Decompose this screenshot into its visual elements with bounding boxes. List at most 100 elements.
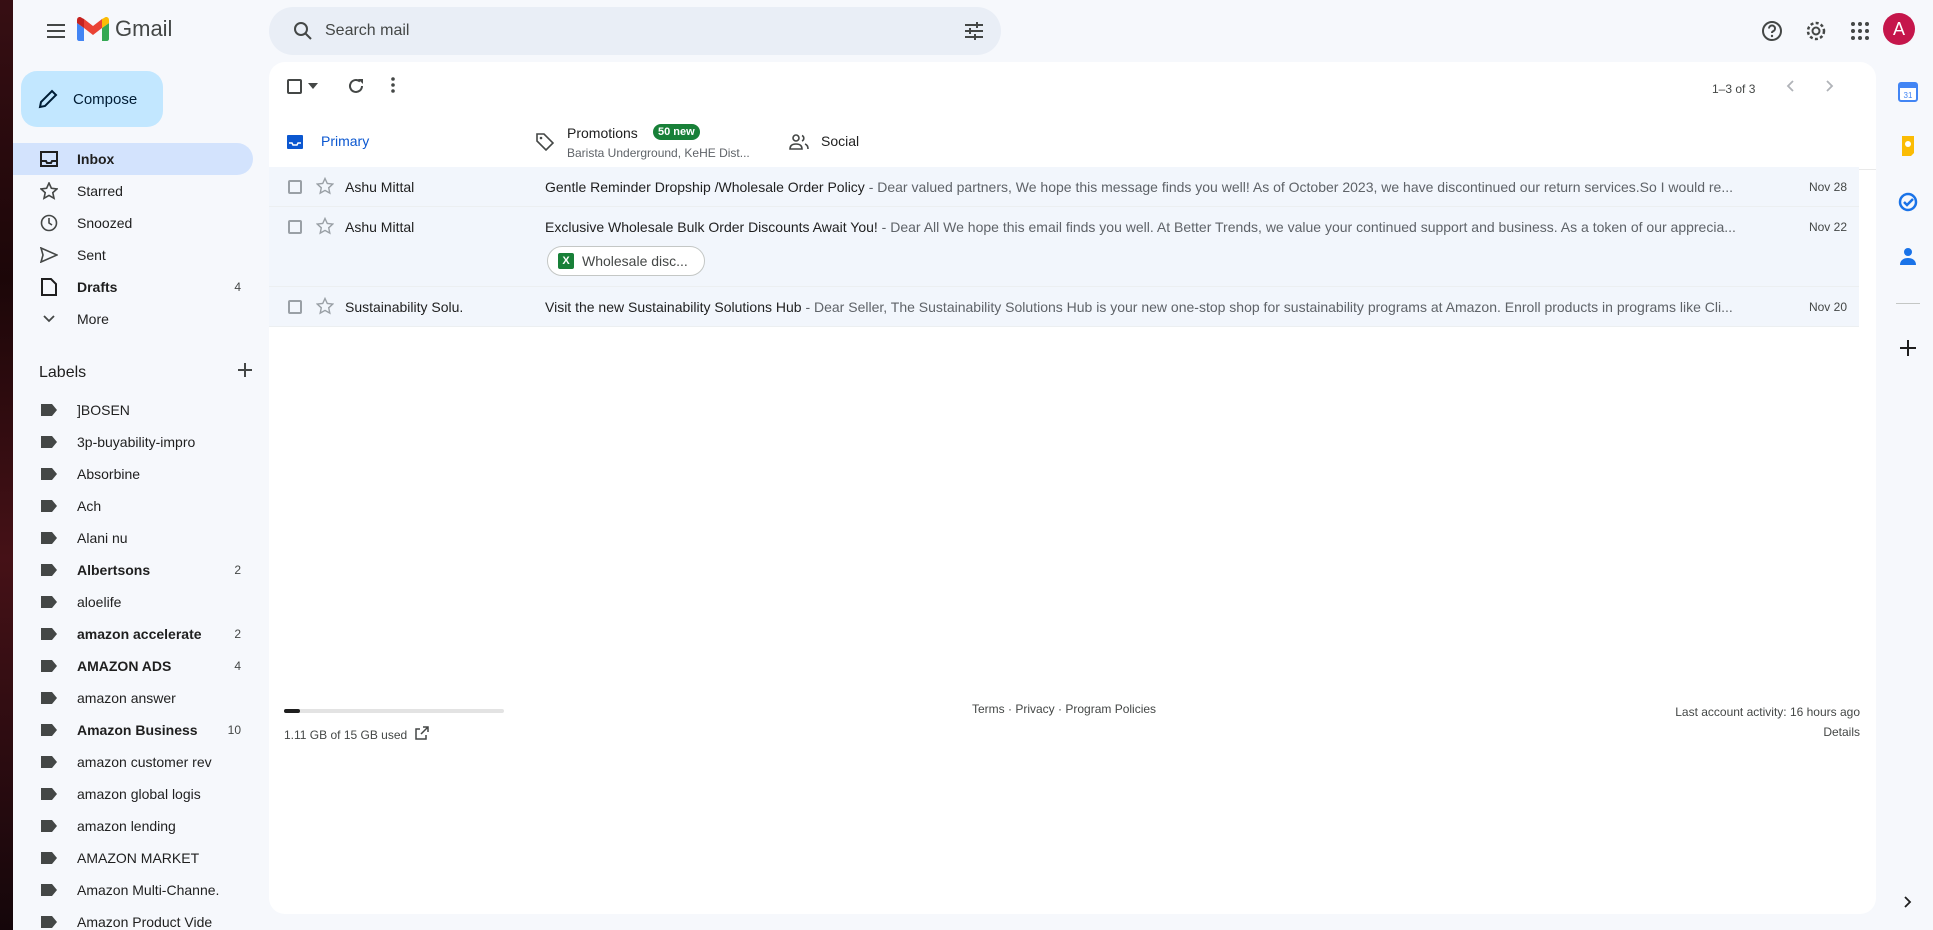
label-icon [39, 400, 59, 420]
label-name: Amazon Business [77, 722, 198, 738]
label-item[interactable]: Amazon Business 10 [13, 714, 253, 746]
compose-label: Compose [73, 90, 138, 108]
row-checkbox[interactable] [288, 300, 302, 314]
keep-icon[interactable] [1896, 134, 1920, 158]
compose-button[interactable]: Compose [21, 71, 163, 127]
clock-icon [39, 213, 59, 233]
new-count-badge: 50 new [653, 124, 700, 140]
label-name: AMAZON ADS [77, 658, 172, 674]
label-name: Alani nu [77, 530, 128, 546]
calendar-icon[interactable]: 31 [1896, 80, 1920, 104]
email-sender: Sustainability Solu. [345, 299, 464, 315]
nav-drafts[interactable]: Drafts 4 [13, 271, 253, 303]
label-icon [39, 784, 59, 804]
search-bar[interactable] [269, 7, 1001, 55]
label-count: 10 [227, 723, 241, 737]
label-name: Ach [77, 498, 102, 514]
sidebar: Compose Inbox Starred Snoozed Sent Draft… [13, 62, 269, 930]
contacts-icon[interactable] [1896, 244, 1920, 268]
window-edge [0, 0, 13, 930]
tab-promotions[interactable]: Promotions 50 new Barista Underground, K… [511, 114, 765, 170]
inbox-tab-icon [285, 132, 305, 152]
email-subject: Visit the new Sustainability Solutions H… [545, 299, 802, 315]
nav-snoozed[interactable]: Snoozed [13, 207, 253, 239]
search-icon[interactable] [293, 21, 313, 46]
email-row[interactable]: Sustainability Solu. Visit the new Susta… [269, 287, 1859, 327]
star-icon[interactable] [315, 216, 335, 240]
privacy-link[interactable]: Privacy [1015, 702, 1054, 716]
label-item[interactable]: AMAZON ADS 4 [13, 650, 253, 682]
category-tabs: Primary Promotions 50 new Barista Underg… [269, 114, 1876, 170]
show-side-panel-icon[interactable] [1896, 890, 1920, 914]
label-item[interactable]: amazon answer [13, 682, 253, 714]
tag-icon [535, 132, 555, 152]
gmail-logo[interactable]: Gmail [77, 16, 172, 42]
row-checkbox[interactable] [288, 220, 302, 234]
draft-icon [39, 277, 59, 297]
more-options-icon[interactable] [391, 77, 395, 93]
hamburger-icon [47, 24, 65, 38]
email-content: Gentle Reminder Dropship /Wholesale Orde… [545, 179, 1745, 195]
star-icon[interactable] [315, 296, 335, 320]
program-policies-link[interactable]: Program Policies [1065, 702, 1156, 716]
side-panel: 31 [1884, 62, 1933, 930]
people-icon [789, 132, 809, 152]
label-item[interactable]: AMAZON MARKET [13, 842, 253, 874]
nav-more[interactable]: More [13, 303, 253, 335]
terms-link[interactable]: Terms [972, 702, 1005, 716]
pagination-count: 1–3 of 3 [1712, 82, 1756, 96]
details-link[interactable]: Details [1675, 722, 1860, 742]
account-avatar[interactable]: A [1883, 13, 1915, 45]
label-item[interactable]: Ach [13, 490, 253, 522]
email-sender: Ashu Mittal [345, 179, 415, 195]
main-menu-button[interactable] [35, 13, 79, 49]
label-item[interactable]: amazon lending [13, 810, 253, 842]
label-item[interactable]: Albertsons 2 [13, 554, 253, 586]
select-dropdown-icon[interactable] [308, 83, 318, 89]
label-item[interactable]: 3p-buyability-impro [13, 426, 253, 458]
email-content: Exclusive Wholesale Bulk Order Discounts… [545, 219, 1745, 235]
tasks-icon[interactable] [1896, 190, 1920, 214]
label-icon [39, 432, 59, 452]
label-item[interactable]: Amazon Multi-Channe. [13, 874, 253, 906]
label-item[interactable]: Alani nu [13, 522, 253, 554]
label-name: amazon answer [77, 690, 176, 706]
label-icon [39, 464, 59, 484]
tab-social[interactable]: Social [765, 114, 1019, 170]
tab-primary[interactable]: Primary [277, 114, 511, 170]
help-icon[interactable] [1759, 18, 1785, 44]
email-row[interactable]: Ashu Mittal Gentle Reminder Dropship /Wh… [269, 167, 1859, 207]
search-input[interactable] [325, 19, 925, 43]
open-in-new-icon[interactable] [415, 726, 429, 743]
attachment-chip[interactable]: X Wholesale disc... [547, 246, 705, 276]
refresh-icon[interactable] [347, 77, 365, 95]
label-item[interactable]: amazon accelerate 2 [13, 618, 253, 650]
email-row[interactable]: Ashu Mittal Exclusive Wholesale Bulk Ord… [269, 207, 1859, 287]
email-content: Visit the new Sustainability Solutions H… [545, 299, 1745, 315]
apps-grid-icon[interactable] [1847, 18, 1873, 44]
nav-sent[interactable]: Sent [13, 239, 253, 271]
label-item[interactable]: ]BOSEN [13, 394, 253, 426]
label-name: AMAZON MARKET [77, 850, 200, 866]
send-icon [39, 245, 59, 265]
nav-inbox[interactable]: Inbox [13, 143, 253, 175]
label-item[interactable]: Amazon Product Vide [13, 906, 253, 930]
nav-starred[interactable]: Starred [13, 175, 253, 207]
label-item[interactable]: amazon customer rev [13, 746, 253, 778]
label-icon [39, 528, 59, 548]
label-item[interactable]: Absorbine [13, 458, 253, 490]
row-checkbox[interactable] [288, 180, 302, 194]
next-page-icon[interactable] [1826, 80, 1834, 92]
star-icon[interactable] [315, 176, 335, 200]
prev-page-icon[interactable] [1786, 80, 1794, 92]
label-item[interactable]: amazon global logis [13, 778, 253, 810]
add-label-icon[interactable] [237, 362, 253, 383]
email-sender: Ashu Mittal [345, 219, 415, 235]
label-icon [39, 624, 59, 644]
label-item[interactable]: aloelife [13, 586, 253, 618]
settings-gear-icon[interactable] [1803, 18, 1829, 44]
search-options-icon[interactable] [963, 20, 985, 47]
get-addons-icon[interactable] [1896, 336, 1920, 360]
storage-bar [284, 709, 504, 713]
select-all-checkbox[interactable] [287, 79, 302, 94]
